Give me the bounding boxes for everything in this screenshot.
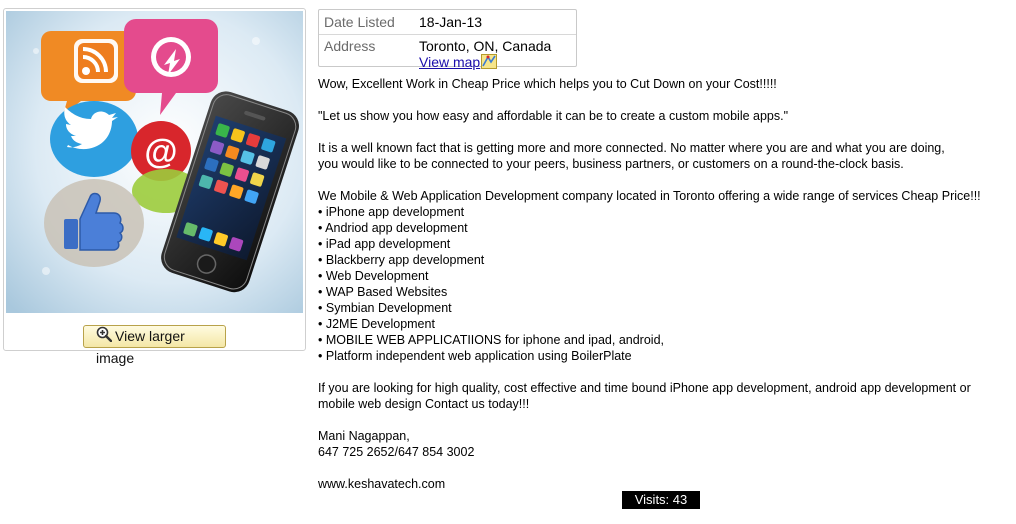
address-value: Toronto, ON, Canada xyxy=(419,38,552,54)
company-intro: We Mobile & Web Application Development … xyxy=(318,189,981,203)
listing-details-table: Date Listed 18-Jan-13 Address Toronto, O… xyxy=(318,9,577,70)
visits-counter: Visits: 43 xyxy=(622,491,700,509)
list-item: Symbian Development xyxy=(318,300,1008,316)
map-icon[interactable] xyxy=(481,54,498,72)
address-label: Address xyxy=(324,38,376,54)
contact-name: Mani Nagappan, xyxy=(318,429,410,443)
twitter-icon xyxy=(50,101,138,177)
services-list: iPhone app development Andriod app devel… xyxy=(318,204,1008,364)
list-item: MOBILE WEB APPLICATIIONS for iphone and … xyxy=(318,332,1008,348)
list-item: iPhone app development xyxy=(318,204,1008,220)
mobile-apps-illustration: @ xyxy=(6,11,303,313)
closing-line: mobile web design Contact us today!!! xyxy=(318,397,530,411)
closing-line: If you are looking for high quality, cos… xyxy=(318,381,971,395)
listing-image-panel: @ View larger image xyxy=(3,8,306,366)
website: www.keshavatech.com xyxy=(318,477,446,491)
date-listed-value: 18-Jan-13 xyxy=(419,14,483,30)
address-row: Address Toronto, ON, Canada View map xyxy=(319,35,576,70)
view-larger-image-button[interactable]: View larger image xyxy=(83,325,226,366)
list-item: J2ME Development xyxy=(318,316,1008,332)
headline: Wow, Excellent Work in Cheap Price which… xyxy=(318,77,777,91)
list-item: WAP Based Websites xyxy=(318,284,1008,300)
thumbs-up-icon xyxy=(44,179,144,267)
list-item: Blackberry app development xyxy=(318,252,1008,268)
quote: "Let us show you how easy and affordable… xyxy=(318,109,789,123)
view-map-link[interactable]: View map xyxy=(419,54,480,70)
intro-paragraph-line: you would like to be connected to your p… xyxy=(318,157,904,171)
svg-text:@: @ xyxy=(144,133,177,171)
listing-photo[interactable]: @ xyxy=(6,11,303,313)
address-value-block: Toronto, ON, Canada View map xyxy=(419,38,551,72)
list-item: iPad app development xyxy=(318,236,1008,252)
intro-paragraph-line: It is a well known fact that is getting … xyxy=(318,141,945,155)
contact-phone: 647 725 2652/647 854 3002 xyxy=(318,445,475,459)
zoom-in-icon xyxy=(96,326,113,348)
list-item: Andriod app development xyxy=(318,220,1008,236)
list-item: Web Development xyxy=(318,268,1008,284)
date-listed-row: Date Listed 18-Jan-13 xyxy=(319,10,576,35)
list-item: Platform independent web application usi… xyxy=(318,348,1008,364)
date-listed-label: Date Listed xyxy=(324,14,395,30)
listing-description: Wow, Excellent Work in Cheap Price which… xyxy=(318,76,1008,492)
